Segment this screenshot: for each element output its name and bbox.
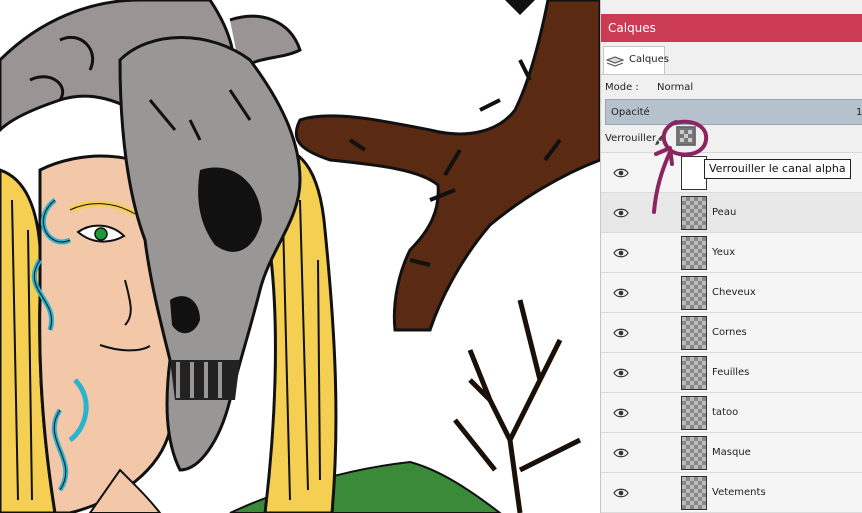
antler-branch [294, 0, 600, 332]
layer-thumbnail[interactable] [681, 476, 707, 510]
tooltip-lock-alpha: Verrouiller le canal alpha [704, 159, 851, 179]
layer-row[interactable]: Feuilles [601, 353, 862, 393]
dock-title-bar[interactable]: Calques [601, 14, 862, 42]
layer-thumbnail[interactable] [681, 356, 707, 390]
eye-icon[interactable] [613, 367, 629, 379]
twig-branches [453, 299, 582, 513]
layer-name[interactable]: Yeux [712, 247, 735, 258]
eye-icon[interactable] [613, 327, 629, 339]
opacity-value: 10 [856, 107, 862, 118]
layers-dock: Calques Calques Mode : Normal Opacité 10… [600, 0, 862, 513]
eye-icon[interactable] [613, 447, 629, 459]
layer-row[interactable]: Vetements [601, 473, 862, 513]
eye-icon[interactable] [613, 287, 629, 299]
eye-icon[interactable] [613, 247, 629, 259]
layer-name[interactable]: Feuilles [712, 367, 749, 378]
layer-name[interactable]: Vetements [712, 487, 766, 498]
annotation-circle-arrow [652, 119, 709, 214]
layer-row[interactable]: Cheveux [601, 273, 862, 313]
layer-thumbnail[interactable] [681, 236, 707, 270]
layer-thumbnail[interactable] [681, 436, 707, 470]
mode-dropdown[interactable]: Normal [657, 82, 693, 93]
layer-row[interactable]: Yeux [601, 233, 862, 273]
layer-name[interactable]: tatoo [712, 407, 738, 418]
layer-thumbnail[interactable] [681, 276, 707, 310]
artwork [0, 0, 600, 513]
layer-thumbnail[interactable] [681, 316, 707, 350]
layer-row[interactable]: Masque [601, 433, 862, 473]
eye-icon[interactable] [613, 407, 629, 419]
layer-name[interactable]: Masque [712, 447, 751, 458]
tab-row: Calques [601, 42, 862, 75]
layer-row[interactable]: tatoo [601, 393, 862, 433]
layer-name[interactable]: Cornes [712, 327, 747, 338]
tab-layers[interactable]: Calques [603, 46, 669, 74]
drawing-canvas[interactable] [0, 0, 600, 513]
layer-row[interactable]: Cornes [601, 313, 862, 353]
tab-layers-label: Calques [629, 54, 669, 65]
eye-icon[interactable] [613, 487, 629, 499]
layer-thumbnail[interactable] [681, 396, 707, 430]
layers-stack-icon [606, 56, 624, 67]
mode-label: Mode : [605, 82, 639, 93]
layer-name[interactable]: Cheveux [712, 287, 756, 298]
